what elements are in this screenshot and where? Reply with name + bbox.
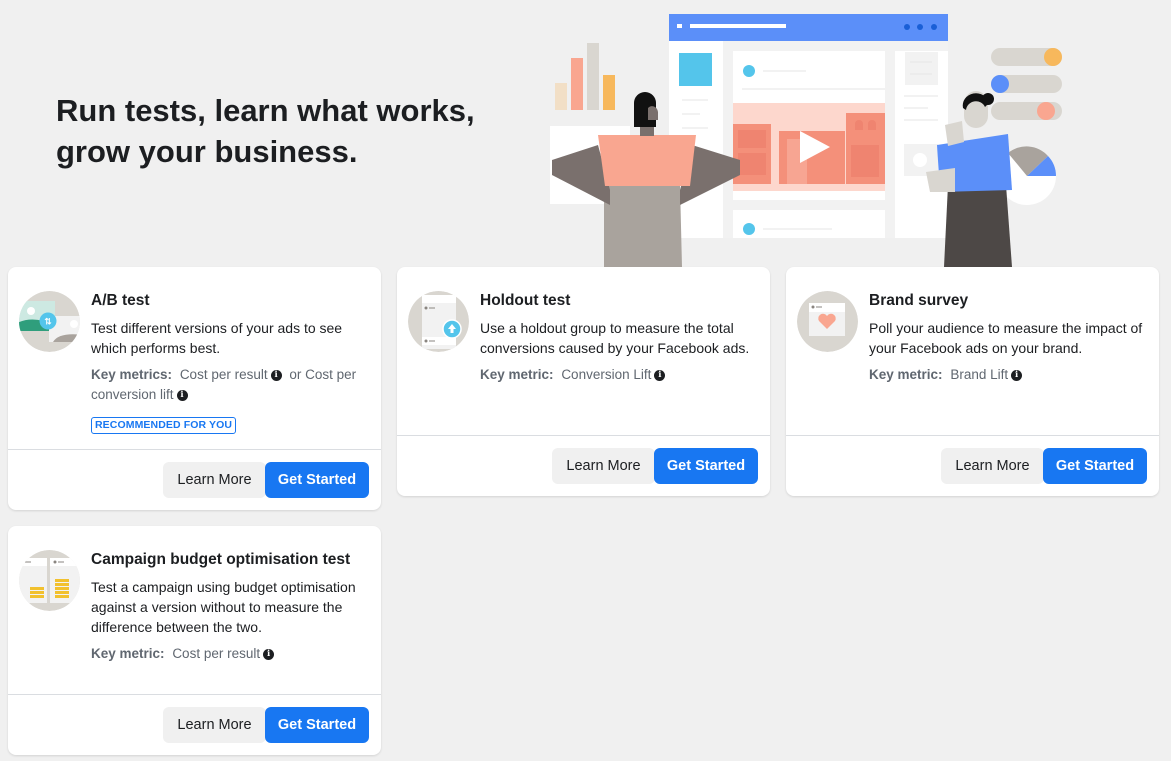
info-icon[interactable]: i	[654, 370, 666, 381]
metric-label: Key metric:	[869, 367, 943, 382]
card-title: A/B test	[91, 292, 150, 309]
get-started-button[interactable]: Get Started	[654, 448, 758, 484]
learn-more-button[interactable]: Learn More	[941, 448, 1044, 484]
card-footer: Learn More Get Started	[8, 449, 381, 510]
budget-optimisation-card: Campaign budget optimisation test Test a…	[8, 526, 381, 755]
card-footer: Learn More Get Started	[397, 435, 770, 496]
card-description: Poll your audience to measure the impact…	[869, 320, 1143, 356]
metric-value: Brand Lift	[950, 367, 1009, 382]
hero-illustration	[550, 14, 1062, 267]
metric-label: Key metric:	[91, 646, 165, 661]
learn-more-button[interactable]: Learn More	[552, 448, 655, 484]
learn-more-button[interactable]: Learn More	[163, 707, 266, 743]
card-description: Use a holdout group to measure the total…	[480, 320, 750, 356]
learn-more-button[interactable]: Learn More	[163, 462, 266, 498]
info-icon[interactable]: i	[1011, 370, 1023, 381]
holdout-test-card: Holdout test Use a holdout group to meas…	[397, 267, 770, 496]
brand-survey-card: Brand survey Poll your audience to measu…	[786, 267, 1159, 496]
key-metrics: Key metric: Brand Lift i	[869, 365, 1143, 385]
card-title: Brand survey	[869, 292, 969, 309]
info-icon[interactable]: i	[176, 390, 188, 401]
card-description: Test different versions of your ads to s…	[91, 320, 343, 356]
metric-value: Cost per result	[172, 646, 261, 661]
key-metrics: Key metric: Cost per result i	[91, 644, 365, 664]
holdout-test-icon	[408, 291, 469, 352]
toggle-illustration	[991, 48, 1062, 120]
recommended-badge: RECOMMENDED FOR YOU	[91, 417, 237, 434]
get-started-button[interactable]: Get Started	[265, 707, 369, 743]
metric-value: Conversion Lift	[561, 367, 652, 382]
browser-window-illustration	[669, 14, 948, 238]
key-metrics: Key metric: Conversion Lift i	[480, 365, 754, 385]
ab-test-icon: ⇅	[19, 291, 80, 352]
ab-test-card: ⇅ A/B test Test different versions of yo…	[8, 267, 381, 510]
metric-label: Key metric:	[480, 367, 554, 382]
card-footer: Learn More Get Started	[8, 694, 381, 755]
brand-survey-icon	[797, 291, 858, 352]
info-icon[interactable]: i	[263, 649, 275, 660]
card-title: Campaign budget optimisation test	[91, 551, 351, 568]
card-title: Holdout test	[480, 292, 571, 309]
get-started-button[interactable]: Get Started	[1043, 448, 1147, 484]
page-title: Run tests, learn what works, grow your b…	[56, 93, 475, 169]
metric-value: Cost per result	[179, 367, 268, 382]
info-icon[interactable]: i	[270, 370, 282, 381]
get-started-button[interactable]: Get Started	[265, 462, 369, 498]
svg-text:⇅: ⇅	[44, 318, 52, 328]
card-footer: Learn More Get Started	[786, 435, 1159, 496]
budget-optimisation-icon	[19, 550, 80, 611]
key-metrics: Key metrics: Cost per result i or Cost pe…	[91, 365, 365, 405]
card-description: Test a campaign using budget optimisatio…	[91, 579, 356, 635]
metric-label: Key metrics:	[91, 367, 173, 382]
bar-chart-illustration	[555, 43, 615, 110]
